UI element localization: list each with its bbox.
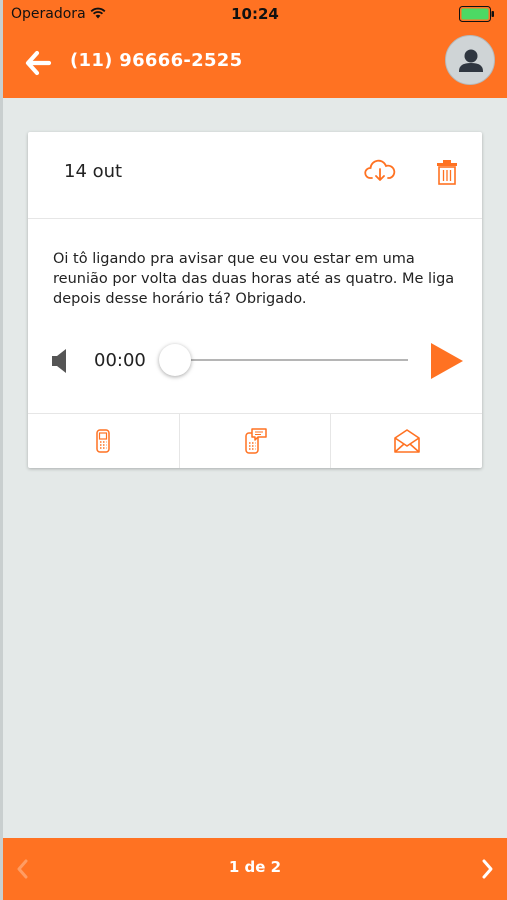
send-sms-button[interactable] <box>180 414 332 468</box>
audio-player: 00:00 <box>28 337 482 385</box>
call-back-button[interactable] <box>28 414 180 468</box>
play-icon[interactable] <box>429 342 465 380</box>
status-time: 10:24 <box>231 5 279 23</box>
page-indicator: 1 de 2 <box>228 858 282 876</box>
sms-message-icon <box>245 428 267 454</box>
battery-icon <box>459 6 494 22</box>
app-header: (11) 96666-2525 <box>3 28 507 98</box>
app-screen: Operadora 10:24 (11) 96666-2525 14 out O… <box>3 0 507 900</box>
seek-thumb[interactable] <box>159 344 191 376</box>
chevron-right-icon[interactable] <box>477 857 497 881</box>
trash-icon[interactable] <box>436 159 458 185</box>
card-divider <box>28 218 482 219</box>
back-arrow-icon[interactable] <box>23 48 53 78</box>
elapsed-time: 00:00 <box>94 350 146 371</box>
user-avatar-icon <box>459 49 483 72</box>
cloud-download-icon[interactable] <box>364 158 396 184</box>
message-date: 14 out <box>64 161 123 182</box>
speaker-icon[interactable] <box>51 348 71 374</box>
send-email-button[interactable] <box>331 414 482 468</box>
voicemail-card: 14 out Oi tô ligando pra avisar que eu v… <box>28 132 482 468</box>
call-phone-icon <box>96 429 111 453</box>
card-actions <box>28 414 482 468</box>
email-envelope-icon <box>393 429 420 453</box>
status-bar: Operadora 10:24 <box>3 0 507 28</box>
avatar[interactable] <box>445 35 495 85</box>
phone-number-title: (11) 96666-2525 <box>70 50 243 71</box>
pagination-bar: 1 de 2 <box>3 838 507 900</box>
voicemail-transcription: Oi tô ligando pra avisar que eu vou esta… <box>53 251 455 307</box>
seek-bar[interactable] <box>178 359 408 361</box>
